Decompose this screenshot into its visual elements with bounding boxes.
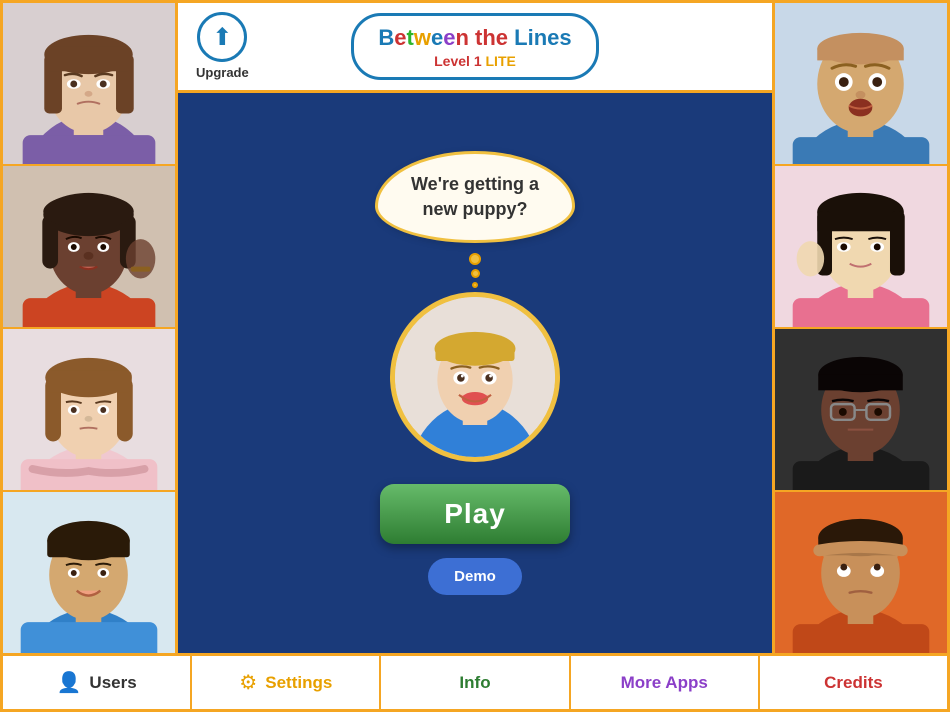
top-bar: ⬆ Upgrade Between the Lines Level 1 LITE [178, 3, 772, 93]
nav-info-label: Info [459, 673, 490, 693]
nav-more-apps[interactable]: More Apps [571, 656, 760, 709]
character-circle [390, 292, 560, 462]
nav-users-label: Users [89, 673, 136, 693]
thought-text: We're getting a new puppy? [411, 174, 539, 219]
bubble-dots [469, 253, 481, 288]
settings-icon: ⚙ [239, 670, 257, 695]
nav-settings-label: Settings [265, 673, 332, 693]
center-panel: ⬆ Upgrade Between the Lines Level 1 LITE [178, 3, 772, 653]
nav-settings[interactable]: ⚙ Settings [192, 656, 381, 709]
nav-info[interactable]: Info [381, 656, 570, 709]
nav-users[interactable]: 👤 Users [3, 656, 192, 709]
demo-button[interactable]: Demo [428, 558, 522, 595]
user-icon: 👤 [57, 670, 82, 695]
left-sidebar [3, 3, 178, 653]
avatar-young-girl[interactable] [3, 329, 175, 492]
right-sidebar [772, 3, 947, 653]
app-title-sub: Level 1 LITE [378, 53, 571, 69]
avatar-asian-girl[interactable] [775, 166, 947, 329]
avatar-boy-smiling-left[interactable] [3, 492, 175, 653]
app-title-box: Between the Lines Level 1 LITE [351, 13, 598, 80]
content-area: We're getting a new puppy? [178, 93, 772, 653]
avatar-girl-curious[interactable] [3, 166, 175, 329]
nav-credits[interactable]: Credits [760, 656, 947, 709]
app-title-main: Between the Lines [378, 24, 571, 53]
avatar-teen-girl[interactable] [3, 3, 175, 166]
thought-bubble: We're getting a new puppy? [375, 151, 575, 243]
upgrade-label: Upgrade [196, 65, 249, 80]
avatar-boy-glasses[interactable] [775, 329, 947, 492]
nav-credits-label: Credits [824, 673, 883, 693]
avatar-teen-looking-up[interactable] [775, 492, 947, 653]
avatar-man-surprised[interactable] [775, 3, 947, 166]
upgrade-button[interactable]: ⬆ Upgrade [196, 12, 249, 80]
play-button[interactable]: Play [380, 484, 570, 544]
nav-moreapps-label: More Apps [621, 673, 708, 693]
bottom-nav: 👤 Users ⚙ Settings Info More Apps Credit… [3, 653, 947, 709]
